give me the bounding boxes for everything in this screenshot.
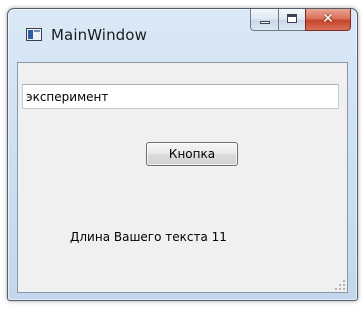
maximize-button[interactable] xyxy=(278,9,305,31)
caption-buttons: ✕ xyxy=(250,9,351,31)
resize-grip-icon[interactable] xyxy=(335,280,345,290)
title-bar[interactable]: MainWindow ✕ xyxy=(8,9,357,55)
minimize-button[interactable] xyxy=(250,9,278,31)
main-window: MainWindow ✕ Кнопка Длина Вашего текста … xyxy=(7,8,358,301)
action-button[interactable]: Кнопка xyxy=(146,142,238,166)
close-button[interactable]: ✕ xyxy=(305,9,351,31)
window-title: MainWindow xyxy=(51,26,147,44)
app-window-icon[interactable] xyxy=(26,28,42,41)
minimize-icon xyxy=(260,21,270,24)
maximize-icon xyxy=(287,14,297,23)
result-label: Длина Вашего текста 11 xyxy=(70,230,227,244)
close-icon: ✕ xyxy=(322,11,334,27)
client-area: Кнопка Длина Вашего текста 11 xyxy=(17,62,348,293)
text-input[interactable] xyxy=(22,84,339,109)
